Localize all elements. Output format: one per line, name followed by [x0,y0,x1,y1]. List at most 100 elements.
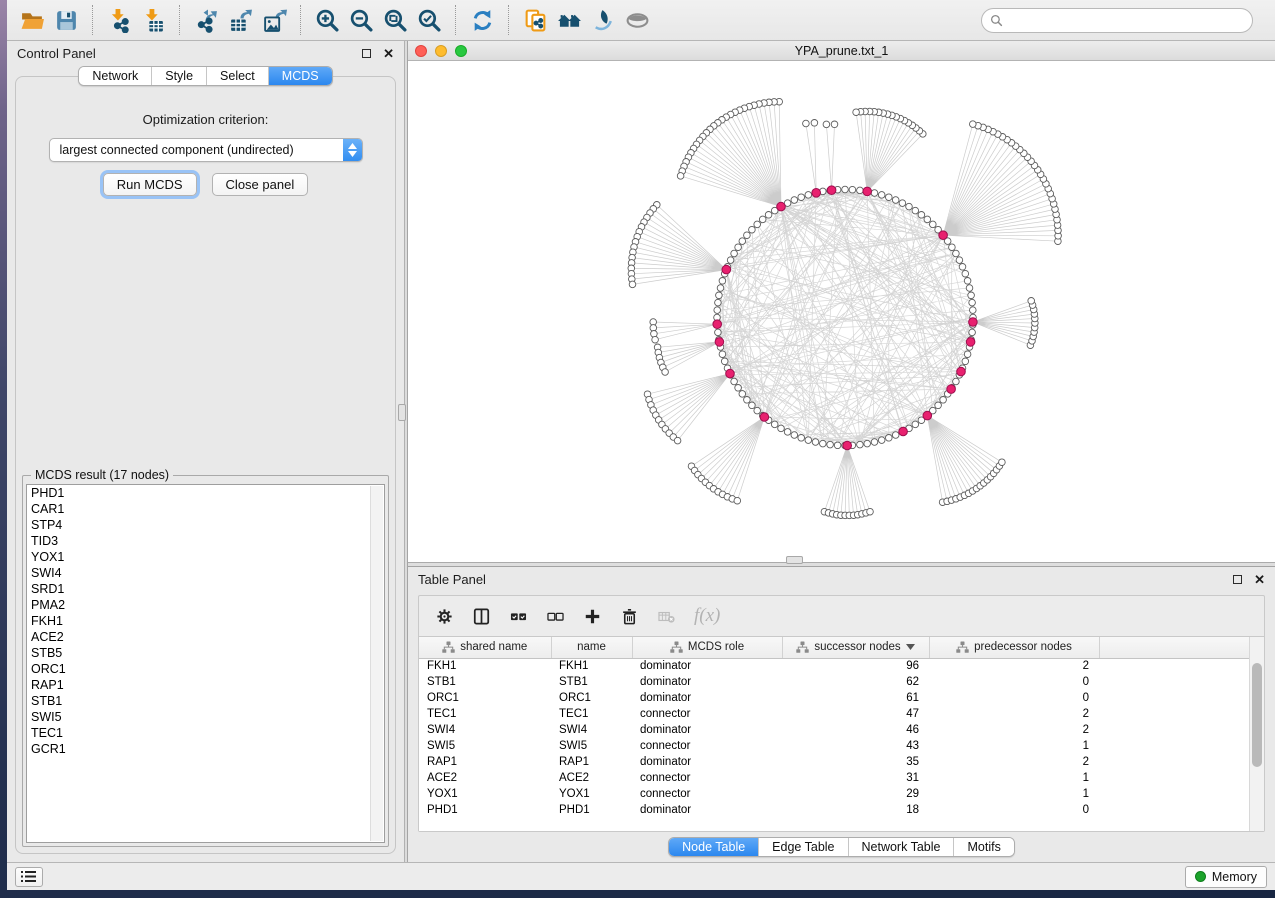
settings-gear-icon[interactable] [435,607,454,626]
export-image-icon[interactable] [257,5,291,35]
table-cell [1099,658,1251,674]
table-row[interactable]: YOX1YOX1connector291 [419,786,1251,802]
memory-button[interactable]: Memory [1185,866,1267,888]
zoom-out-icon[interactable] [344,5,378,35]
network-window-title: YPA_prune.txt_1 [408,44,1275,58]
table-row[interactable]: STB1STB1dominator620 [419,674,1251,690]
zoom-fit-icon[interactable] [378,5,412,35]
control-panel: Control Panel ✕ NetworkStyleSelectMCDS O… [7,41,404,862]
show-graphics-details-icon[interactable] [620,5,654,35]
table-cell: 62 [782,674,929,690]
float-panel-icon[interactable] [362,49,371,58]
float-panel-icon[interactable] [1233,575,1242,584]
refresh-layout-icon[interactable] [465,5,499,35]
result-list-item[interactable]: RAP1 [27,677,384,693]
zoom-selected-icon[interactable] [412,5,446,35]
tab-node-table[interactable]: Node Table [669,838,759,856]
save-session-icon[interactable] [49,5,83,35]
tab-network-table[interactable]: Network Table [849,838,955,856]
result-list-item[interactable]: FKH1 [27,613,384,629]
table-row[interactable]: TEC1TEC1connector472 [419,706,1251,722]
zoom-in-icon[interactable] [310,5,344,35]
table-cell: PHD1 [419,802,551,818]
scrollbar-thumb[interactable] [1252,663,1262,767]
control-panel-tabs: NetworkStyleSelectMCDS [7,66,404,86]
search-input[interactable] [1009,13,1244,27]
result-list-item[interactable]: YOX1 [27,549,384,565]
close-panel-button[interactable]: Close panel [212,173,309,196]
show-columns-icon[interactable] [472,607,491,626]
table-cell [1099,754,1251,770]
table-row[interactable]: SWI4SWI4dominator462 [419,722,1251,738]
result-list-item[interactable]: ACE2 [27,629,384,645]
result-list-item[interactable]: PHD1 [27,485,384,501]
splitter-grip[interactable] [398,404,406,421]
network-view-window: YPA_prune.txt_1 [408,41,1275,562]
column-header-name[interactable]: name [551,637,632,658]
table-row[interactable]: RAP1RAP1dominator352 [419,754,1251,770]
tab-mcds[interactable]: MCDS [269,67,332,85]
table-cell: TEC1 [419,706,551,722]
export-network-icon[interactable] [189,5,223,35]
splitter-grip[interactable] [786,556,803,564]
show-panels-button[interactable] [15,867,43,887]
open-file-icon[interactable] [15,5,49,35]
select-all-icon[interactable] [509,607,528,626]
result-list-item[interactable]: ORC1 [27,661,384,677]
export-table-icon[interactable] [223,5,257,35]
deselect-all-icon[interactable] [546,607,565,626]
result-list-item[interactable]: GCR1 [27,741,384,757]
search-box[interactable] [981,8,1253,33]
close-panel-icon[interactable]: ✕ [1254,573,1265,586]
result-list-item[interactable]: CAR1 [27,501,384,517]
horizontal-splitter[interactable] [408,562,1275,567]
clone-network-icon[interactable] [518,5,552,35]
result-list-item[interactable]: STB1 [27,693,384,709]
delete-column-icon[interactable] [620,607,639,626]
result-list-item[interactable]: PMA2 [27,597,384,613]
table-cell: dominator [632,722,782,738]
column-header-shared-name[interactable]: shared name [419,637,551,658]
result-list-item[interactable]: SRD1 [27,581,384,597]
table-row[interactable]: FKH1FKH1dominator962 [419,658,1251,674]
close-panel-icon[interactable]: ✕ [383,47,394,60]
column-header-MCDS-role[interactable]: MCDS role [632,637,782,658]
result-list-item[interactable]: SWI4 [27,565,384,581]
tab-select[interactable]: Select [207,67,269,85]
result-list-item[interactable]: TEC1 [27,725,384,741]
hide-graphics-details-icon[interactable] [586,5,620,35]
result-list-scrollbar[interactable] [370,486,383,841]
tab-network[interactable]: Network [79,67,152,85]
main-area: Control Panel ✕ NetworkStyleSelectMCDS O… [7,41,1275,862]
add-column-icon[interactable] [583,607,602,626]
tab-style[interactable]: Style [152,67,207,85]
result-list-item[interactable]: SWI5 [27,709,384,725]
result-list-item[interactable]: TID3 [27,533,384,549]
network-canvas[interactable] [408,61,1275,562]
table-row[interactable]: SWI5SWI5connector431 [419,738,1251,754]
column-header-successor-nodes[interactable]: successor nodes [782,637,929,658]
table-scrollbar[interactable] [1249,637,1264,831]
network-window-titlebar[interactable]: YPA_prune.txt_1 [408,41,1275,61]
node-table[interactable]: shared namenameMCDS rolesuccessor nodesp… [419,636,1264,831]
criterion-select[interactable]: largest connected component (undirected) [49,138,363,162]
table-cell: 1 [929,738,1099,754]
import-table-icon[interactable] [136,5,170,35]
import-network-icon[interactable] [102,5,136,35]
optimization-criterion-label: Optimization criterion: [22,112,389,127]
run-mcds-button[interactable]: Run MCDS [103,173,197,196]
tab-edge-table[interactable]: Edge Table [759,838,848,856]
vertical-splitter[interactable] [404,41,408,862]
column-header-predecessor-nodes[interactable]: predecessor nodes [929,637,1099,658]
table-cell: 2 [929,658,1099,674]
mcds-result-list[interactable]: PHD1CAR1STP4TID3YOX1SWI4SRD1PMA2FKH1ACE2… [26,484,385,843]
tab-motifs[interactable]: Motifs [954,838,1013,856]
table-row[interactable]: ORC1ORC1dominator610 [419,690,1251,706]
table-panel-header: Table Panel ✕ [408,567,1275,592]
table-row[interactable]: ACE2ACE2connector311 [419,770,1251,786]
table-row[interactable]: PHD1PHD1dominator180 [419,802,1251,818]
result-list-item[interactable]: STP4 [27,517,384,533]
table-cell [1099,722,1251,738]
result-list-item[interactable]: STB5 [27,645,384,661]
network-home-icon[interactable] [552,5,586,35]
